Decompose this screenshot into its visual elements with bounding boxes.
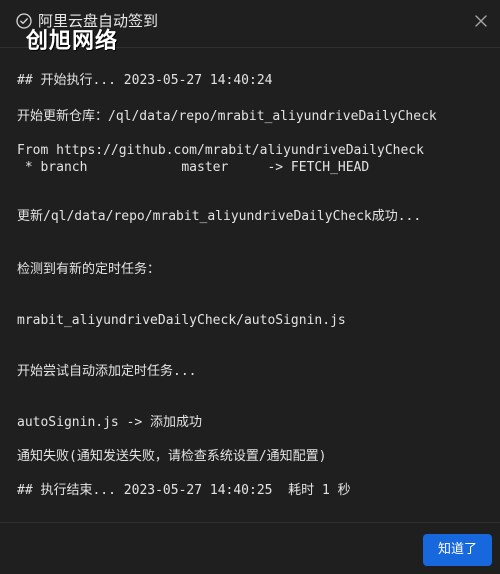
log-line: 开始更新仓库：/ql/data/repo/mrabit_aliyundriveD… (17, 109, 437, 124)
check-circle-icon (16, 13, 32, 29)
log-line: 检测到有新的定时任务： (17, 262, 161, 277)
log-line: From https://github.com/mrabit/aliyundri… (17, 143, 424, 158)
log-line: ## 执行结束... 2023-05-27 14:40:25 耗时 1 秒 (17, 483, 351, 498)
watermark-logo: 创旭网络 (26, 29, 119, 54)
ok-button[interactable]: 知道了 (423, 534, 492, 566)
log-line: 开始尝试自动添加定时任务... (17, 364, 197, 379)
log-line: 通知失败(通知发送失败，请检查系统设置/通知配置) (17, 449, 327, 464)
close-icon[interactable] (470, 10, 492, 32)
log-line: * branch master -> FETCH_HEAD (17, 160, 370, 175)
log-line: 更新/ql/data/repo/mrabit_aliyundriveDailyC… (17, 209, 422, 224)
log-dialog: 阿里云盘自动签到 创旭网络 ## 开始执行... 2023-05-27 14:4… (0, 0, 500, 574)
dialog-title: 阿里云盘自动签到 (38, 12, 159, 30)
log-line: mrabit_aliyundriveDailyCheck/autoSignin.… (17, 313, 346, 328)
dialog-footer: 知道了 (0, 522, 500, 574)
log-line: autoSignin.js -> 添加成功 (17, 415, 203, 430)
log-line: ## 开始执行... 2023-05-27 14:40:24 (17, 73, 273, 88)
dialog-header: 阿里云盘自动签到 创旭网络 (0, 0, 500, 54)
